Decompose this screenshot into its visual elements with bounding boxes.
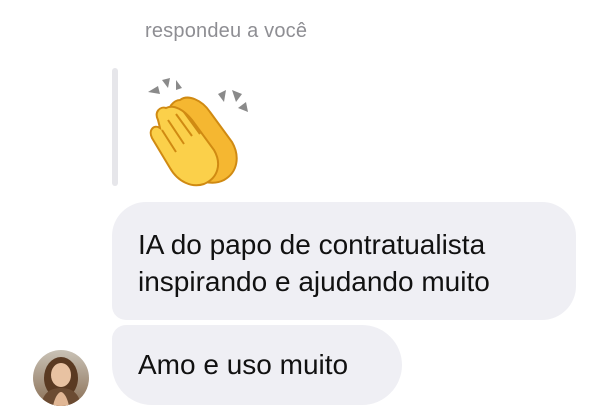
quoted-message[interactable] [140, 72, 260, 188]
reply-quote-bar [112, 68, 118, 186]
reply-header: respondeu a você [145, 20, 308, 42]
profile-photo [33, 350, 89, 406]
clapping-hands-icon [148, 78, 248, 187]
message-text-line: IA do papo de contratualista [138, 229, 486, 260]
message-text-line: Amo e uso muito [138, 349, 349, 380]
message-bubble[interactable]: Amo e uso muito [112, 325, 402, 405]
message-text-line: inspirando e ajudando muito [138, 266, 490, 297]
message-bubble[interactable]: IA do papo de contratualista inspirando … [112, 202, 576, 320]
avatar[interactable] [33, 350, 89, 406]
message-thread: respondeu a você IA do papo de contratua… [0, 0, 615, 414]
